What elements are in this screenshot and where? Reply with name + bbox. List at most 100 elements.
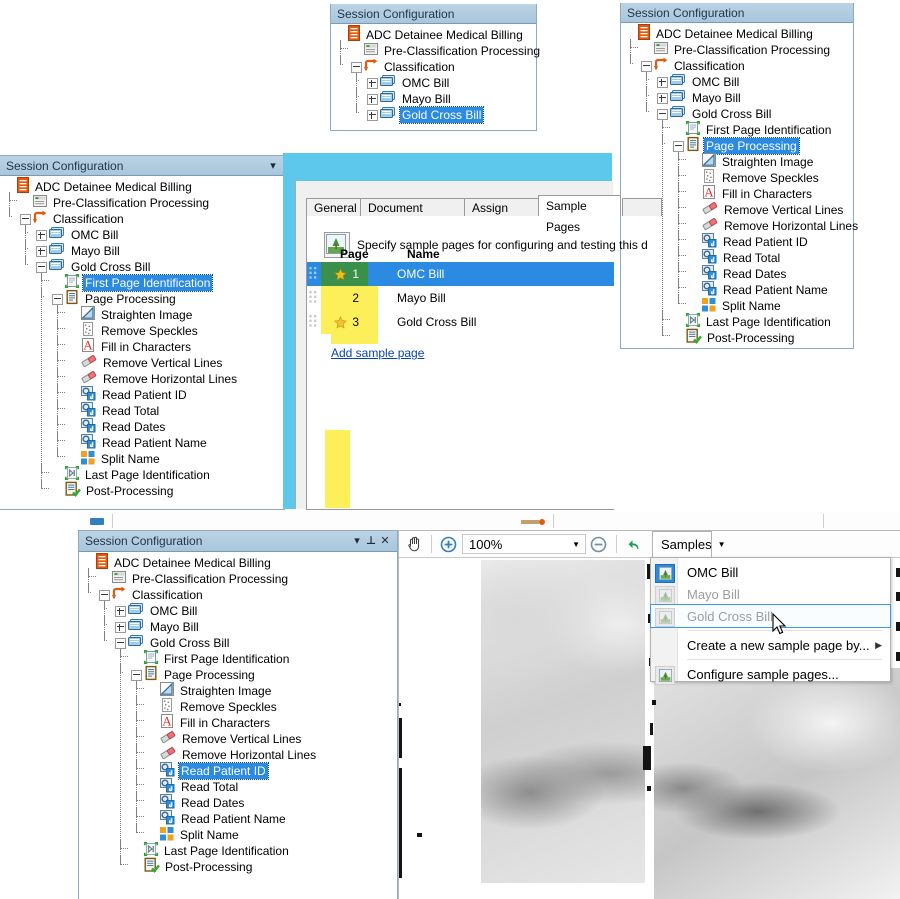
star-icon[interactable]: [334, 267, 348, 281]
config-tree[interactable]: ADC Detainee Medical Billing Pre-Classifi…: [79, 552, 397, 875]
tree-node[interactable]: OMC Bill: [333, 75, 536, 91]
tab-assign-tags[interactable]: Assign Tags: [464, 198, 539, 233]
tree-node[interactable]: OMC Bill: [81, 603, 397, 619]
tree-node[interactable]: Remove Speckles: [81, 698, 397, 715]
tree-node[interactable]: Gold Cross Bill: [623, 106, 853, 122]
tab-next-partial[interactable]: [622, 198, 662, 216]
samples-dropdown-button[interactable]: Samples ▼: [652, 531, 726, 558]
tree-node[interactable]: Remove Speckles: [623, 169, 853, 186]
tree-node[interactable]: Post-Processing: [623, 328, 853, 346]
tree-node[interactable]: ADC Detainee Medical Billing: [623, 24, 853, 42]
row-drag-handle[interactable]: [307, 291, 321, 305]
expand-icon[interactable]: [366, 93, 378, 105]
row-drag-handle[interactable]: [307, 267, 321, 281]
tree-node[interactable]: Classification: [2, 210, 284, 227]
tree-node[interactable]: Read Patient Name: [2, 434, 284, 451]
tree-node[interactable]: A Fill in Characters: [2, 338, 284, 355]
tree-node[interactable]: Last Page Identification: [81, 841, 397, 859]
tree-node[interactable]: First Page Identification: [623, 120, 853, 138]
expand-icon[interactable]: [35, 245, 47, 257]
collapse-icon[interactable]: [350, 61, 362, 73]
chevron-down-icon[interactable]: ▼: [718, 540, 726, 549]
tree-node[interactable]: Mayo Bill: [333, 91, 536, 107]
expand-icon[interactable]: [656, 76, 668, 88]
menu-item[interactable]: Gold Cross Bill: [650, 604, 891, 628]
tree-node[interactable]: First Page Identification: [2, 273, 284, 292]
tree-node[interactable]: Mayo Bill: [81, 619, 397, 635]
tree-node[interactable]: Read Dates: [2, 418, 284, 435]
tree-node[interactable]: Pre-Classification Processing: [81, 571, 397, 587]
add-sample-page-link[interactable]: Add sample page: [331, 346, 424, 360]
toolbar-icon-orange[interactable]: [539, 519, 545, 525]
tree-node[interactable]: Read Patient ID: [623, 233, 853, 250]
tab-document-storage[interactable]: Document Storage: [360, 198, 465, 233]
menu-item[interactable]: Mayo Bill: [651, 583, 890, 605]
table-row[interactable]: 2 Mayo Bill: [307, 286, 614, 310]
collapse-icon[interactable]: [98, 589, 110, 601]
toolbar-icon-blue[interactable]: [90, 518, 104, 525]
tree-node[interactable]: Read Patient Name: [623, 281, 853, 298]
tree-node[interactable]: A Fill in Characters: [81, 714, 397, 731]
tree-node[interactable]: Classification: [81, 586, 397, 603]
zoom-in-icon[interactable]: [438, 536, 458, 553]
tree-node[interactable]: Page Processing: [81, 665, 397, 683]
tree-node[interactable]: Read Total: [623, 249, 853, 266]
menu-item[interactable]: Create a new sample page by... ▶: [651, 634, 890, 656]
tree-node[interactable]: ADC Detainee Medical Billing: [2, 177, 284, 195]
dropdown-arrow-icon[interactable]: ▾: [350, 531, 364, 551]
star-icon[interactable]: [334, 315, 348, 329]
table-row[interactable]: 1 OMC Bill: [307, 262, 614, 286]
zoom-out-icon[interactable]: [586, 536, 610, 553]
expand-icon[interactable]: [35, 229, 47, 241]
expand-icon[interactable]: [656, 92, 668, 104]
tree-node[interactable]: Mayo Bill: [623, 90, 853, 106]
tree-node[interactable]: Read Dates: [81, 794, 397, 811]
tree-node[interactable]: OMC Bill: [623, 74, 853, 90]
tree-node[interactable]: Last Page Identification: [623, 312, 853, 330]
toolbar-icon-tan[interactable]: [521, 520, 539, 524]
tree-node[interactable]: Classification: [623, 57, 853, 74]
sample-pages-grid[interactable]: 1 OMC Bill 2 Mayo Bill 3 Gold Cross Bill: [307, 262, 614, 334]
collapse-icon[interactable]: [35, 261, 47, 273]
tree-node[interactable]: Split Name: [623, 297, 853, 314]
pin-icon[interactable]: ⊥: [364, 531, 378, 551]
tree-node[interactable]: Split Name: [2, 450, 284, 467]
tree-node[interactable]: Read Patient Name: [81, 810, 397, 827]
tree-node[interactable]: Read Dates: [623, 265, 853, 282]
tree-node[interactable]: Gold Cross Bill: [333, 106, 536, 124]
tree-node[interactable]: Read Patient ID: [81, 762, 397, 780]
hand-icon[interactable]: [405, 535, 425, 553]
config-tree[interactable]: ADC Detainee Medical Billing Pre-Classifi…: [621, 23, 858, 346]
tree-node[interactable]: Last Page Identification: [2, 465, 284, 483]
config-tree[interactable]: ADC Detainee Medical Billing Pre-Classifi…: [0, 176, 284, 499]
tree-node[interactable]: Remove Horizontal Lines: [81, 747, 397, 763]
tree-node[interactable]: Post-Processing: [2, 481, 284, 499]
tree-node[interactable]: Remove Horizontal Lines: [623, 218, 858, 234]
tree-node[interactable]: OMC Bill: [2, 227, 284, 243]
tree-node[interactable]: Gold Cross Bill: [81, 635, 397, 651]
tree-node[interactable]: Classification: [333, 58, 536, 75]
expand-icon[interactable]: [114, 621, 126, 633]
tree-node[interactable]: Page Processing: [2, 289, 284, 307]
tree-node[interactable]: Remove Speckles: [2, 322, 284, 339]
tree-node[interactable]: Post-Processing: [81, 857, 397, 875]
tree-node[interactable]: Page Processing: [623, 136, 853, 155]
tree-node[interactable]: Gold Cross Bill: [2, 259, 284, 275]
tree-node[interactable]: Remove Horizontal Lines: [2, 371, 284, 387]
tree-node[interactable]: Remove Vertical Lines: [81, 731, 397, 747]
menu-item[interactable]: Configure sample pages...: [651, 663, 890, 685]
collapse-icon[interactable]: [640, 60, 652, 72]
dropdown-arrow-icon[interactable]: ▾: [266, 156, 280, 176]
menu-item[interactable]: OMC Bill: [651, 561, 890, 583]
tree-node[interactable]: Mayo Bill: [2, 243, 284, 259]
tree-node[interactable]: Split Name: [81, 826, 397, 843]
tree-node[interactable]: First Page Identification: [81, 649, 397, 667]
table-row[interactable]: 3 Gold Cross Bill: [307, 310, 614, 334]
tree-node[interactable]: Straighten Image: [623, 153, 853, 170]
tab-general[interactable]: General: [306, 198, 361, 216]
zoom-level-combobox[interactable]: 100% ▼: [462, 534, 586, 554]
tree-node[interactable]: Remove Vertical Lines: [2, 355, 284, 371]
tree-node[interactable]: Read Patient ID: [2, 386, 284, 403]
samples-dropdown-menu[interactable]: OMC Bill Mayo Bill Gold Cross Bill Create a…: [650, 557, 891, 685]
tab-sample-pages[interactable]: Sample Pages: [538, 195, 621, 234]
